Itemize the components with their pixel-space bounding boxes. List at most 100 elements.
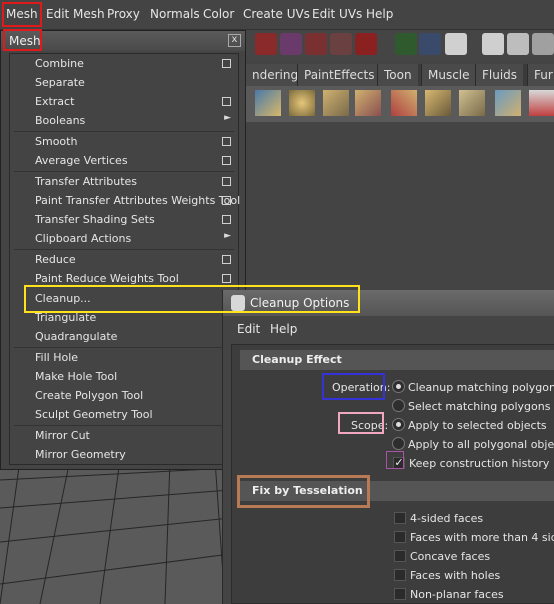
option-box-icon[interactable]: [222, 196, 231, 205]
shelf-tab-muscle[interactable]: Muscle: [421, 64, 476, 86]
menu-edit-mesh[interactable]: Edit Mesh: [46, 7, 105, 21]
radio-apply-selected[interactable]: [392, 418, 405, 431]
menu-item-paint-transfer-attributes[interactable]: Paint Transfer Attributes Weights Tool: [10, 191, 240, 210]
menu-item-create-polygon-tool[interactable]: Create Polygon Tool: [10, 386, 238, 405]
input-ops-icon[interactable]: [395, 33, 417, 55]
menu-item-booleans[interactable]: Booleans ►: [10, 111, 238, 130]
menu-item-label: Create Polygon Tool: [35, 389, 144, 402]
dialog-menu-help[interactable]: Help: [270, 322, 297, 336]
make-live-icon[interactable]: [355, 33, 377, 55]
snap-magnet-icon[interactable]: [255, 33, 277, 55]
option-box-icon[interactable]: [222, 137, 231, 146]
menu-item-make-hole-tool[interactable]: Make Hole Tool: [10, 367, 238, 386]
menu-item-label: Fill Hole: [35, 351, 79, 364]
poly-tool-icon[interactable]: [255, 90, 281, 116]
menu-item-separate[interactable]: Separate: [10, 73, 238, 92]
radio-cleanup-matching[interactable]: [392, 380, 405, 393]
option-select-matching[interactable]: Select matching polygons: [408, 400, 550, 413]
output-ops-icon[interactable]: [419, 33, 441, 55]
menu-help[interactable]: Help: [366, 7, 393, 21]
highlight-cleanup: [24, 285, 360, 313]
menu-item-label: Mirror Geometry: [35, 448, 126, 461]
radio-selected-dot: [396, 422, 401, 427]
menu-create-uvs[interactable]: Create UVs: [243, 7, 310, 21]
perspective-viewport[interactable]: [0, 460, 230, 604]
option-cleanup-matching[interactable]: Cleanup matching polygons: [408, 381, 554, 394]
shelf-tab-fur[interactable]: Fur: [527, 64, 554, 86]
menu-item-extract[interactable]: Extract: [10, 92, 238, 111]
poly-sphere-icon[interactable]: [289, 90, 315, 116]
dialog-body: Cleanup Effect Operation: Cleanup matchi…: [231, 344, 554, 604]
menu-item-quadrangulate[interactable]: Quadrangulate: [10, 327, 238, 346]
dialog-menu-edit[interactable]: Edit: [237, 322, 260, 336]
poly-cylinder-icon[interactable]: [355, 90, 381, 116]
menu-item-transfer-shading-sets[interactable]: Transfer Shading Sets: [10, 210, 238, 229]
menu-item-mirror-cut[interactable]: Mirror Cut: [10, 426, 238, 445]
label-holes: Faces with holes: [410, 569, 501, 582]
menu-proxy[interactable]: Proxy: [107, 7, 140, 21]
checkbox-holes[interactable]: [394, 569, 406, 581]
snap-point-icon[interactable]: [305, 33, 327, 55]
menu-item-smooth[interactable]: Smooth: [10, 132, 238, 151]
option-box-icon[interactable]: [222, 97, 231, 106]
dialog-menu-bar: Edit Help: [223, 318, 554, 340]
option-apply-all[interactable]: Apply to all polygonal objects: [408, 438, 554, 451]
menu-item-label: Sculpt Geometry Tool: [35, 408, 153, 421]
cleanup-options-dialog: Cleanup Options Edit Help Cleanup Effect…: [222, 290, 554, 604]
shelf-tab-rendering[interactable]: ndering: [245, 64, 305, 86]
menu-item-label: Clipboard Actions: [35, 232, 132, 245]
menu-item-clipboard-actions[interactable]: Clipboard Actions ►: [10, 229, 238, 248]
option-box-icon[interactable]: [222, 156, 231, 165]
menu-normals[interactable]: Normals: [150, 7, 200, 21]
menu-item-label: Quadrangulate: [35, 330, 118, 343]
label-4-sided: 4-sided faces: [410, 512, 484, 525]
construction-history-icon[interactable]: [445, 33, 467, 55]
section-header-cleanup-effect[interactable]: Cleanup Effect: [240, 350, 554, 370]
poly-plane-icon[interactable]: [425, 90, 451, 116]
menu-item-transfer-attributes[interactable]: Transfer Attributes: [10, 172, 238, 191]
menu-color[interactable]: Color: [203, 7, 234, 21]
menu-item-fill-hole[interactable]: Fill Hole: [10, 348, 238, 367]
option-apply-selected[interactable]: Apply to selected objects: [408, 419, 547, 432]
label-non-planar: Non-planar faces: [410, 588, 504, 601]
close-icon[interactable]: x: [228, 34, 241, 47]
keep-history-label: Keep construction history: [409, 457, 550, 470]
menu-item-sculpt-geometry-tool[interactable]: Sculpt Geometry Tool: [10, 405, 238, 424]
menu-edit-uvs[interactable]: Edit UVs: [312, 7, 362, 21]
poly-prism-icon[interactable]: [495, 90, 521, 116]
radio-apply-all[interactable]: [392, 437, 405, 450]
render-view-icon[interactable]: [482, 33, 504, 55]
option-box-icon[interactable]: [222, 59, 231, 68]
shelf-tab-painteffects[interactable]: PaintEffects: [297, 64, 381, 86]
menu-item-reduce[interactable]: Reduce: [10, 250, 238, 269]
snap-view-plane-icon[interactable]: [330, 33, 352, 55]
menu-item-label: Reduce: [35, 253, 76, 266]
snap-curve-icon[interactable]: [280, 33, 302, 55]
option-box-icon[interactable]: [222, 274, 231, 283]
option-box-icon[interactable]: [222, 215, 231, 224]
menu-item-mirror-geometry[interactable]: Mirror Geometry: [10, 445, 238, 464]
main-menu-bar: Mesh Edit Mesh Proxy Normals Color Creat…: [0, 0, 554, 30]
menu-item-label: Extract: [35, 95, 75, 108]
menu-item-label: Transfer Shading Sets: [35, 213, 155, 226]
checkbox-concave[interactable]: [394, 550, 406, 562]
radio-select-matching[interactable]: [392, 399, 405, 412]
checkbox-4-sided[interactable]: [394, 512, 406, 524]
menu-item-combine[interactable]: Combine: [10, 54, 238, 73]
poly-cube-icon[interactable]: [323, 90, 349, 116]
option-box-icon[interactable]: [222, 177, 231, 186]
checkbox-more-than-4[interactable]: [394, 531, 406, 543]
status-toolbar: [245, 30, 554, 60]
poly-torus-icon[interactable]: [459, 90, 485, 116]
poly-pyramid-icon[interactable]: [529, 90, 554, 116]
option-box-icon[interactable]: [222, 255, 231, 264]
render-current-frame-icon[interactable]: [507, 33, 529, 55]
shelf-tab-toon[interactable]: Toon: [377, 64, 418, 86]
poly-cone-icon[interactable]: [391, 90, 417, 116]
checkbox-non-planar[interactable]: [394, 588, 406, 600]
menu-item-average-vertices[interactable]: Average Vertices: [10, 151, 238, 170]
menu-item-label: Transfer Attributes: [35, 175, 138, 188]
mesh-menu-panel: Mesh x Combine Separate Extract Booleans…: [0, 30, 246, 470]
shelf-tab-fluids[interactable]: Fluids: [475, 64, 524, 86]
ipr-render-icon[interactable]: [532, 33, 554, 55]
